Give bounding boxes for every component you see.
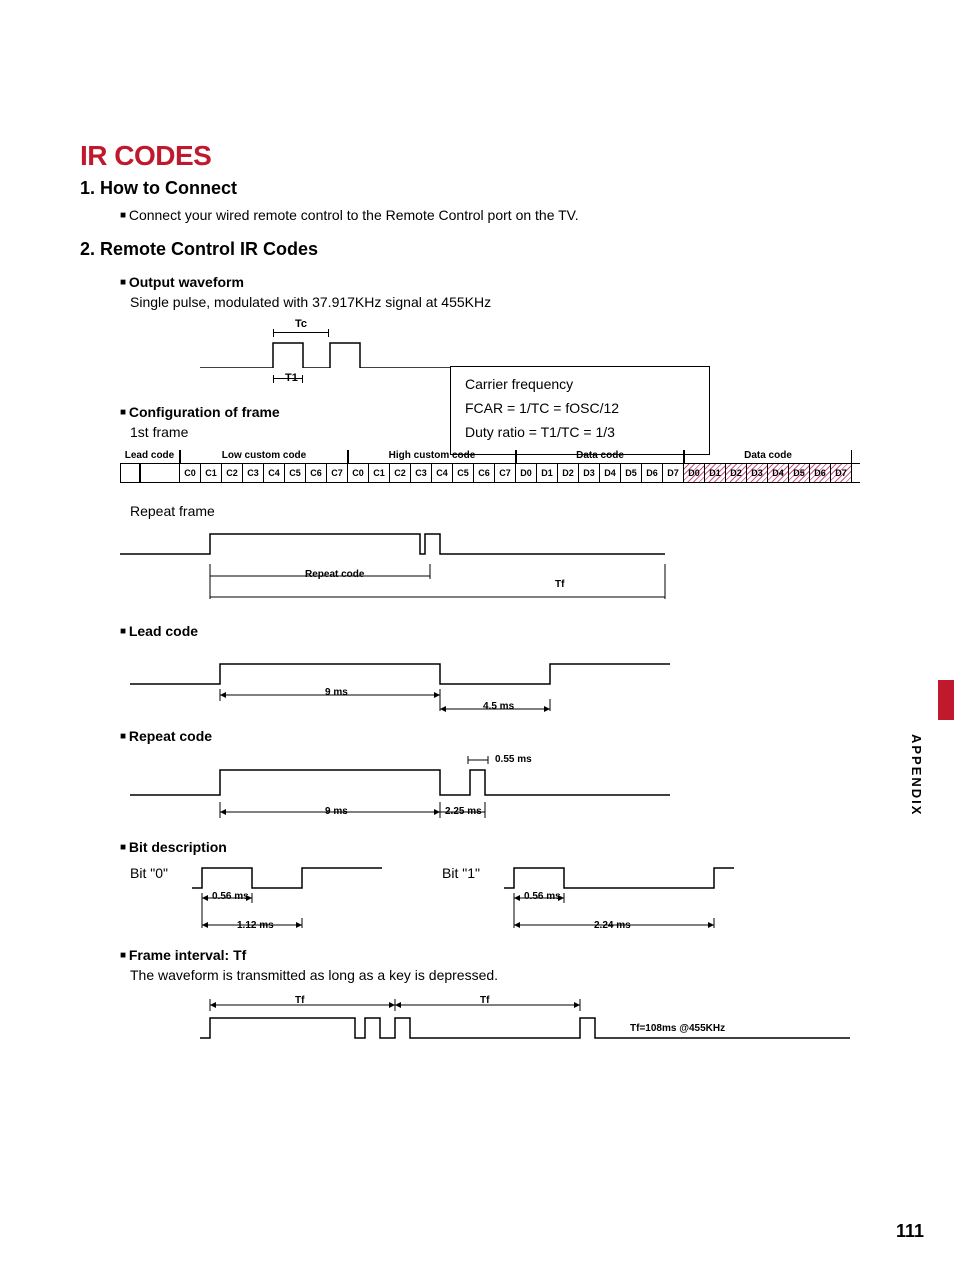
bit-cell: D6 (810, 464, 831, 482)
page-title: IR CODES (80, 140, 864, 172)
repeat-055ms-label: 0.55 ms (495, 754, 532, 765)
tc-label: Tc (295, 318, 307, 330)
bit-cell: D5 (621, 464, 642, 482)
repeat-code-heading: Repeat code (120, 728, 864, 744)
bit0-112-label: 1.12 ms (237, 920, 274, 931)
bit-cell: C2 (390, 464, 411, 482)
page-number: 111 (896, 1221, 924, 1242)
appendix-label: APPENDIX (909, 734, 924, 816)
bit-cell: D1 (705, 464, 726, 482)
bit-1-diagram: 0.56 ms 2.24 ms (504, 863, 734, 933)
bit-cell: C4 (432, 464, 453, 482)
section-1-heading: 1. How to Connect (80, 178, 864, 199)
bit-0-label: Bit "0" (130, 865, 178, 881)
carrier-line3: Duty ratio = T1/TC = 1/3 (465, 421, 695, 445)
bit-cell: C7 (495, 464, 516, 482)
bit1-056-label: 0.56 ms (524, 891, 561, 902)
bit-cell: D2 (558, 464, 579, 482)
lead-code-heading: Lead code (120, 623, 864, 639)
bit-description-row: Bit "0" 0.56 ms 1.12 ms Bi (130, 863, 864, 933)
carrier-line2: FCAR = 1/TC = fOSC/12 (465, 397, 695, 421)
bit-cell: C1 (201, 464, 222, 482)
frame-interval-body: The waveform is transmitted as long as a… (130, 967, 864, 983)
bit-1-label: Bit "1" (442, 865, 490, 881)
bit-cell: D4 (600, 464, 621, 482)
lead-block (120, 464, 180, 482)
bit-cell: C6 (474, 464, 495, 482)
frame-interval-heading: Frame interval: Tf (120, 947, 864, 963)
bit-cell: D2 (726, 464, 747, 482)
bit-cell: C3 (243, 464, 264, 482)
t1-label: T1 (285, 372, 298, 384)
bit-cell: D6 (642, 464, 663, 482)
output-waveform-heading: Output waveform (120, 274, 864, 290)
repeat-code-label: Repeat code (305, 569, 364, 580)
bit-cell: C5 (453, 464, 474, 482)
carrier-frequency-box: Carrier frequency FCAR = 1/TC = fOSC/12 … (450, 366, 710, 455)
bit-cell: C2 (222, 464, 243, 482)
tc-arrow-top (273, 332, 329, 333)
bit-cell: D1 (537, 464, 558, 482)
bit-cell: C0 (180, 464, 201, 482)
bit-cell: C1 (369, 464, 390, 482)
frame-header-lead: Lead code (120, 450, 180, 463)
repeat-code-diagram: 0.55 ms 9 ms 2.25 ms (130, 750, 670, 825)
repeat-frame-label: Repeat frame (130, 503, 864, 519)
carrier-line1: Carrier frequency (465, 373, 695, 397)
bit-cell: D4 (768, 464, 789, 482)
bit-cell: D7 (831, 464, 852, 482)
bit-cell: C6 (306, 464, 327, 482)
bit-0-diagram: 0.56 ms 1.12 ms (192, 863, 382, 933)
tc-pulse-svg (200, 338, 450, 368)
fint-tf2-label: Tf (480, 995, 489, 1006)
repeat-frame-diagram: Repeat code Tf (120, 529, 780, 609)
repeat-tf-label: Tf (555, 579, 564, 590)
output-waveform-body: Single pulse, modulated with 37.917KHz s… (130, 294, 864, 310)
appendix-tab (938, 680, 954, 720)
section-1-body: Connect your wired remote control to the… (120, 207, 864, 223)
bit-description-heading: Bit description (120, 839, 864, 855)
bit-cell: D0 (516, 464, 537, 482)
lead-9ms-label: 9 ms (325, 687, 348, 698)
bit-cell: D5 (789, 464, 810, 482)
fint-tf1-label: Tf (295, 995, 304, 1006)
lead-4-5ms-label: 4.5 ms (483, 701, 514, 712)
bit-cell: D3 (579, 464, 600, 482)
bit-cell: D7 (663, 464, 684, 482)
repeat-225ms-label: 2.25 ms (445, 806, 482, 817)
frame-interval-diagram: Tf Tf Tf=108ms @455KHz (200, 993, 850, 1043)
frame-header-low: Low custom code (180, 450, 348, 463)
bit1-224-label: 2.24 ms (594, 920, 631, 931)
bit-cell: C0 (348, 464, 369, 482)
bit-cell: C5 (285, 464, 306, 482)
bit-cell: D0 (684, 464, 705, 482)
tc-diagram: Tc T1 (200, 320, 450, 390)
bit-cell: D3 (747, 464, 768, 482)
repeat-9ms-label: 9 ms (325, 806, 348, 817)
bit0-056-label: 0.56 ms (212, 891, 249, 902)
bit-cell: C7 (327, 464, 348, 482)
section-2-heading: 2. Remote Control IR Codes (80, 239, 864, 260)
fint-note-label: Tf=108ms @455KHz (630, 1023, 725, 1034)
lead-code-diagram: 9 ms 4.5 ms (130, 659, 670, 714)
bit-cell: C3 (411, 464, 432, 482)
bit-cell: C4 (264, 464, 285, 482)
